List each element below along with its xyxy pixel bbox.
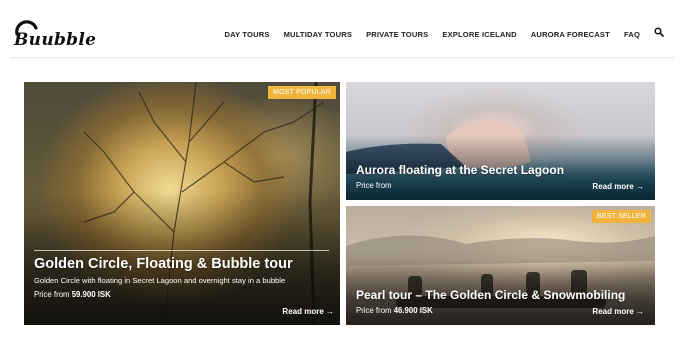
price-value: 59.900 ISK <box>71 290 111 299</box>
tour-title[interactable]: Aurora floating at the Secret Lagoon <box>356 163 564 177</box>
tour-subtitle: Golden Circle with floating in Secret La… <box>34 276 286 285</box>
read-more-link[interactable]: Read more → <box>592 307 644 316</box>
tour-price: Price from 59.900 ISK <box>34 290 111 299</box>
read-more-link[interactable]: Read more → <box>592 182 644 191</box>
search-icon[interactable] <box>654 27 664 37</box>
nav-multiday-tours[interactable]: MULTIDAY TOURS <box>284 30 352 39</box>
logo[interactable]: Buubble <box>14 18 97 50</box>
nav-aurora-forecast[interactable]: AURORA FORECAST <box>531 30 610 39</box>
nav-faq[interactable]: FAQ <box>624 30 640 39</box>
site-header: Buubble DAY TOURS MULTIDAY TOURS PRIVATE… <box>0 0 684 58</box>
tour-card-pearl-snowmobiling[interactable]: BEST SELLER Pearl tour – The Golden Circ… <box>346 206 655 325</box>
nav-private-tours[interactable]: PRIVATE TOURS <box>366 30 428 39</box>
header-divider <box>10 57 674 58</box>
badge-most-popular: MOST POPULAR <box>268 86 336 99</box>
tour-card-aurora-floating[interactable]: Aurora floating at the Secret Lagoon Pri… <box>346 82 655 200</box>
nav-day-tours[interactable]: DAY TOURS <box>224 30 269 39</box>
title-divider <box>34 250 329 251</box>
nav-explore-iceland[interactable]: EXPLORE ICELAND <box>442 30 516 39</box>
price-label: Price from <box>34 290 70 299</box>
tour-price: Price from 46.900 ISK <box>356 306 433 315</box>
tour-card-golden-circle-bubble[interactable]: MOST POPULAR Golden Circle, Floating & B… <box>24 82 340 325</box>
tour-title[interactable]: Golden Circle, Floating & Bubble tour <box>34 256 293 272</box>
read-more-link[interactable]: Read more → <box>282 307 334 316</box>
tour-title[interactable]: Pearl tour – The Golden Circle & Snowmob… <box>356 288 625 302</box>
price-label: Price from <box>356 181 392 190</box>
tour-price: Price from <box>356 181 392 190</box>
price-label: Price from <box>356 306 392 315</box>
main-nav: DAY TOURS MULTIDAY TOURS PRIVATE TOURS E… <box>224 27 664 39</box>
brand-name: Buubble <box>14 30 97 50</box>
badge-best-seller: BEST SELLER <box>591 210 651 223</box>
price-value: 46.900 ISK <box>393 306 433 315</box>
